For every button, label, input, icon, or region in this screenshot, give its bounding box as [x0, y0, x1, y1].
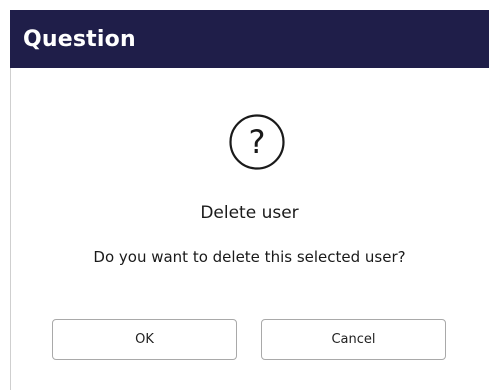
dialog-left-border: [10, 68, 11, 390]
question-circle-icon: ?: [228, 113, 286, 171]
dialog-title: Question: [23, 26, 136, 52]
dialog-titlebar: Question: [10, 10, 489, 68]
ok-button[interactable]: OK: [52, 319, 237, 360]
dialog-message: Do you want to delete this selected user…: [93, 248, 406, 266]
cancel-button[interactable]: Cancel: [261, 319, 446, 360]
dialog-heading: Delete user: [200, 203, 299, 223]
svg-text:?: ?: [249, 123, 266, 161]
question-dialog: Question ? Delete user Do you want to de…: [0, 0, 489, 390]
